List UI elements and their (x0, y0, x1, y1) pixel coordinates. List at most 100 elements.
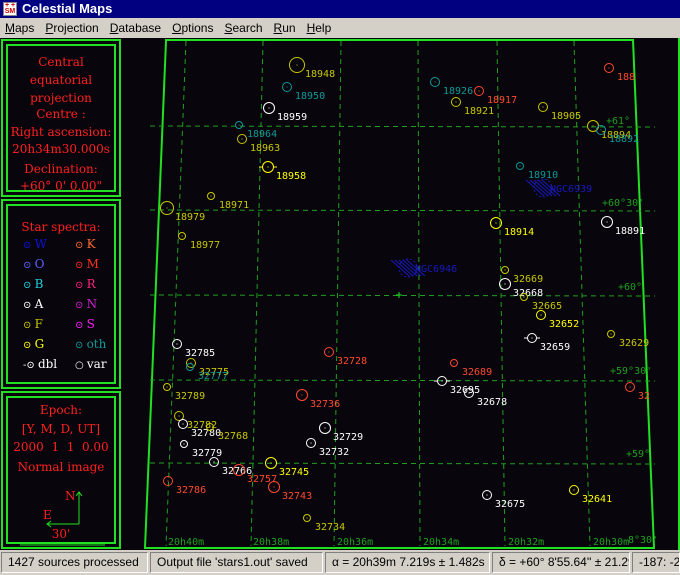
star-18948[interactable]: 18948 (289, 57, 336, 81)
star-label: 18958 (276, 171, 306, 182)
menu-search[interactable]: Search (219, 18, 268, 38)
star-label: 32734 (315, 522, 345, 533)
star-label: 18964 (247, 129, 277, 140)
star-32728[interactable]: 32728 (324, 347, 368, 368)
ra-gridline (417, 40, 421, 547)
nebula[interactable]: NGC6946 (390, 258, 457, 278)
star-label: 32779 (192, 448, 222, 459)
star-32669[interactable]: 32669 (501, 266, 544, 286)
dec-gridline (149, 462, 656, 465)
star-32736[interactable]: 32736 (296, 389, 341, 411)
star-label: 32659 (540, 342, 570, 353)
window-title: Celestial Maps (22, 1, 113, 16)
star-label: 32732 (319, 447, 349, 458)
ra-label: 20h30m (593, 537, 629, 548)
star-32785[interactable]: 32785 (172, 339, 216, 360)
status-dec: δ = +60° 8'55.64'' ± 21.29'' (492, 552, 630, 573)
star-32659[interactable]: 32659 (524, 333, 570, 354)
star-label: 32675 (495, 499, 525, 510)
star-18905[interactable]: 18905 (538, 102, 582, 123)
ra-label: 20h38m (253, 537, 289, 548)
star-18971[interactable]: 18971 (207, 192, 250, 212)
star-32779[interactable]: 32779 (180, 440, 223, 460)
star-label: 32745 (279, 467, 309, 478)
star-label: 32789 (175, 391, 205, 402)
ra-gridline (333, 40, 342, 547)
star-label: 32786 (176, 485, 206, 496)
ra-label: 20h40m (168, 537, 204, 548)
star-18958[interactable]: 18958 (259, 161, 306, 183)
nebula-label: NGC6939 (550, 184, 592, 195)
star-label: 32668 (513, 288, 543, 299)
star-label: 18917 (487, 95, 517, 106)
ra-gridline (496, 40, 506, 547)
star-label: 32665 (532, 301, 562, 312)
star-label: 18979 (175, 212, 205, 223)
star-18914[interactable]: 18914 (490, 217, 535, 239)
menu-maps[interactable]: Maps (0, 18, 40, 38)
menu-bar: Maps Projection Database Options Search … (0, 18, 680, 38)
star-label: 32728 (337, 356, 367, 367)
star-32789[interactable]: 32789 (163, 383, 206, 403)
dec-label: +60°30' (602, 198, 644, 209)
status-bar: 1427 sources processed Output file 'star… (0, 550, 680, 575)
star-label: 18971 (219, 200, 249, 211)
star-label: 32 (638, 391, 650, 402)
star-18959[interactable]: 18959 (263, 102, 308, 124)
star-32786[interactable]: 32786 (163, 476, 207, 497)
star-18910[interactable]: 18910 (516, 162, 559, 182)
nebula[interactable]: NGC6939 (525, 178, 592, 198)
star-18891[interactable]: 18891 (601, 216, 646, 238)
dec-gridline (149, 294, 656, 297)
star-label: 32785 (185, 348, 215, 359)
star-label: 32743 (282, 491, 312, 502)
star-label: 32736 (310, 399, 340, 410)
status-sources: 1427 sources processed (1, 552, 148, 573)
ra-label: 20h32m (508, 537, 544, 548)
status-pixel: -187: -26 (632, 552, 680, 573)
star-label: 32780 (191, 428, 221, 439)
star-188[interactable]: 188 (604, 63, 636, 84)
dec-gridline (149, 125, 656, 128)
menu-help[interactable]: Help (302, 18, 338, 38)
star-32641[interactable]: 32641 (569, 485, 613, 506)
star-label: 18910 (528, 170, 558, 181)
star-label: 18921 (464, 106, 494, 117)
star-18979[interactable]: 18979 (160, 201, 206, 224)
star-32734[interactable]: 32734 (303, 514, 346, 534)
star-18917[interactable]: 18917 (474, 86, 518, 107)
star-label: 32652 (549, 319, 579, 330)
ra-label: 20h34m (423, 537, 459, 548)
star-label: 32729 (333, 432, 363, 443)
ra-gridline (165, 40, 187, 547)
status-output: Output file 'stars1.out' saved (150, 552, 323, 573)
star-32766[interactable]: 32766 (209, 457, 253, 478)
star-label: 18891 (615, 226, 645, 237)
star-32689[interactable]: 32689 (450, 359, 493, 379)
dec-label: +59°30' (610, 366, 652, 377)
menu-projection[interactable]: Projection (40, 18, 104, 38)
star-18977[interactable]: 18977 (178, 232, 221, 252)
star-18950[interactable]: 18950 (282, 82, 326, 103)
star-32629[interactable]: 32629 (607, 330, 650, 350)
star-label: 18892 (609, 134, 639, 145)
star-label: 32641 (582, 494, 612, 505)
menu-database[interactable]: Database (105, 18, 167, 38)
menu-options[interactable]: Options (167, 18, 219, 38)
star-label: 188 (617, 72, 635, 83)
star-32729[interactable]: 32729 (319, 422, 364, 444)
dec-label: +60° (618, 282, 642, 293)
center-crosshair-icon (396, 292, 402, 298)
star-18964[interactable]: 18964 (235, 121, 278, 141)
star-label: 32757 (247, 474, 277, 485)
sky-map[interactable]: +61° +60°30' +60° +59°30' +59° 8°30' 20h40m 20h… (0, 38, 680, 550)
ra-label: 20h36m (337, 537, 373, 548)
star-label: 18950 (295, 91, 325, 102)
star-32652[interactable]: 32652 (536, 310, 580, 331)
dec-label: +61° (606, 116, 630, 127)
status-ra: α = 20h39m 7.219s ± 1.482s (325, 552, 490, 573)
star-18926[interactable]: 18926 (430, 77, 474, 98)
menu-run[interactable]: Run (269, 18, 302, 38)
star-label: 32678 (477, 397, 507, 408)
dec-label: 8°30' (628, 535, 658, 546)
